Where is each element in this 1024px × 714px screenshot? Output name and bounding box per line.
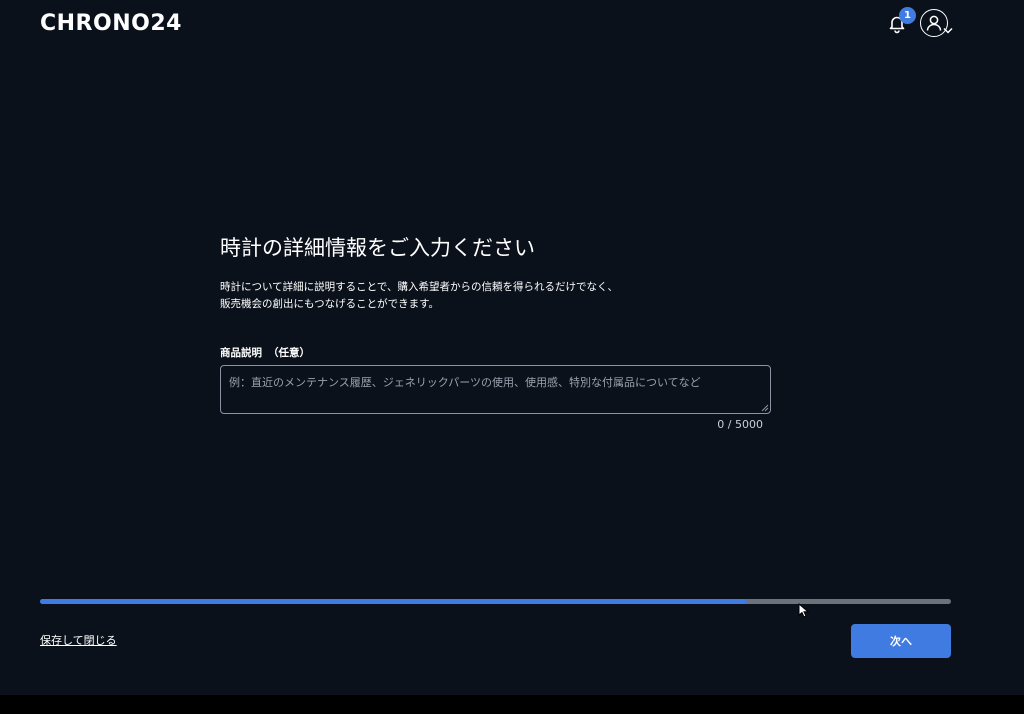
field-label-text: 商品説明 xyxy=(220,347,262,359)
chrono24-logo[interactable]: CHRONO24 xyxy=(40,11,182,37)
account-menu-button[interactable] xyxy=(920,9,953,41)
taskbar-strip xyxy=(0,695,1024,714)
notification-badge[interactable]: 1 xyxy=(899,7,916,24)
description-line: 時計について詳細に説明することで、購入希望者からの信頼を得られるだけでなく、 xyxy=(220,281,618,293)
product-description-textarea[interactable] xyxy=(220,365,771,414)
description-line: 販売機会の創出にもつなげることができます。 xyxy=(220,298,440,310)
app-window: CHRONO24 1 時計の詳細情報をご入力ください 時計について詳細に説明する… xyxy=(0,0,1024,695)
save-and-close-link[interactable]: 保存して閉じる xyxy=(40,632,117,648)
next-button[interactable]: 次へ xyxy=(851,624,951,658)
mouse-cursor-icon xyxy=(798,603,810,618)
page-title: 時計の詳細情報をご入力ください xyxy=(220,236,535,260)
description-field-label: 商品説明 （任意） xyxy=(220,345,310,360)
progress-fill xyxy=(40,599,747,604)
optional-marker: （任意） xyxy=(268,347,310,359)
progress-bar xyxy=(40,599,951,604)
chevron-down-icon xyxy=(943,27,953,34)
page-description: 時計について詳細に説明することで、購入希望者からの信頼を得られるだけでなく、 販… xyxy=(220,279,618,313)
resize-handle-icon[interactable] xyxy=(761,404,769,412)
character-counter: 0 / 5000 xyxy=(717,418,763,431)
